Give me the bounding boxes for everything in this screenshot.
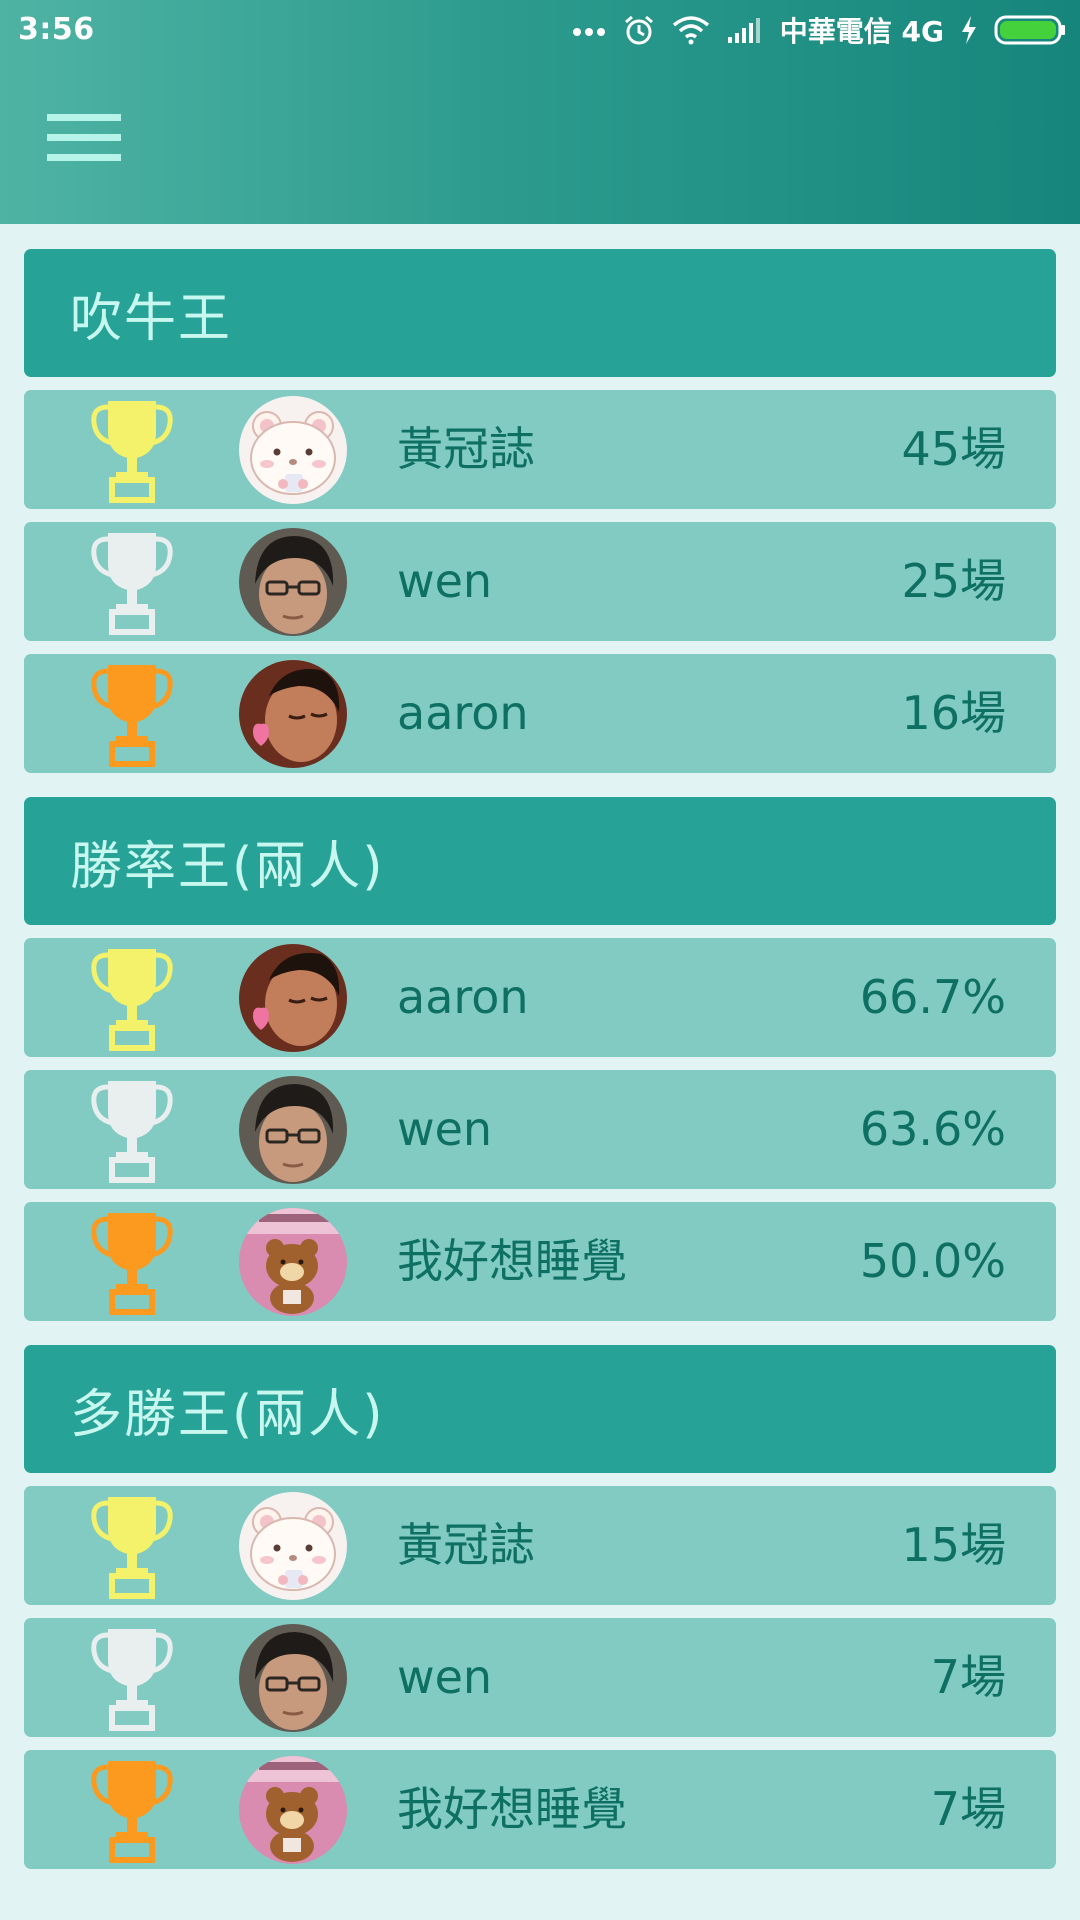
player-name: 黃冠誌 — [397, 1518, 535, 1572]
player-score: 25場 — [901, 554, 1006, 608]
rank-row[interactable]: wen 25場 — [24, 522, 1056, 641]
rank-row[interactable]: 我好想睡覺 7場 — [24, 1750, 1056, 1869]
menu-button[interactable] — [30, 100, 140, 180]
app-bar: 3:56 中華電信 4G — [0, 0, 1080, 224]
section-title: 多勝王(兩人) — [70, 1384, 385, 1445]
player-name: 我好想睡覺 — [397, 1234, 627, 1288]
player-score: 16場 — [901, 686, 1006, 740]
gold-trophy-icon — [88, 943, 176, 1051]
charging-icon — [960, 15, 978, 45]
leaderboard: 吹牛王 黃冠誌 45場 wen 25場 aaron 16場 勝率王(兩人) aa… — [24, 249, 1056, 1893]
status-bar: 3:56 中華電信 4G — [0, 0, 1080, 60]
carrier-label: 中華電信 4G — [779, 15, 944, 48]
section-header: 多勝王(兩人) — [24, 1345, 1056, 1473]
rilakkuma-avatar — [239, 1756, 347, 1864]
rank-row[interactable]: wen 7場 — [24, 1618, 1056, 1737]
player-score: 66.7% — [859, 970, 1006, 1024]
bronze-trophy-icon — [88, 1755, 176, 1863]
signal-icon — [726, 15, 764, 45]
player-name: wen — [397, 1650, 493, 1704]
bear-avatar — [239, 1492, 347, 1600]
alarm-icon — [622, 13, 656, 47]
player-score: 63.6% — [859, 1102, 1006, 1156]
player-score: 7場 — [930, 1650, 1006, 1704]
sleeping-avatar — [239, 944, 347, 1052]
section-header: 勝率王(兩人) — [24, 797, 1056, 925]
player-name: 黃冠誌 — [397, 422, 535, 476]
player-name: wen — [397, 554, 493, 608]
battery-icon — [994, 15, 1066, 45]
rank-row[interactable]: 我好想睡覺 50.0% — [24, 1202, 1056, 1321]
player-score: 50.0% — [859, 1234, 1006, 1288]
status-time: 3:56 — [18, 12, 95, 47]
section-bragging-king: 吹牛王 黃冠誌 45場 wen 25場 aaron 16場 — [24, 249, 1056, 773]
glasses-avatar — [239, 1624, 347, 1732]
glasses-avatar — [239, 528, 347, 636]
bronze-trophy-icon — [88, 1207, 176, 1315]
bear-avatar — [239, 396, 347, 504]
section-title: 吹牛王 — [70, 288, 233, 349]
section-header: 吹牛王 — [24, 249, 1056, 377]
player-name: aaron — [397, 686, 529, 740]
player-score: 15場 — [901, 1518, 1006, 1572]
silver-trophy-icon — [88, 1075, 176, 1183]
rank-row[interactable]: aaron 16場 — [24, 654, 1056, 773]
player-name: wen — [397, 1102, 493, 1156]
section-title: 勝率王(兩人) — [70, 836, 385, 897]
rank-row[interactable]: 黃冠誌 45場 — [24, 390, 1056, 509]
player-score: 45場 — [901, 422, 1006, 476]
bronze-trophy-icon — [88, 659, 176, 767]
player-name: 我好想睡覺 — [397, 1782, 627, 1836]
sleeping-avatar — [239, 660, 347, 768]
silver-trophy-icon — [88, 527, 176, 635]
silver-trophy-icon — [88, 1623, 176, 1731]
section-win-rate-king: 勝率王(兩人) aaron 66.7% wen 63.6% 我好想睡覺 50.0… — [24, 797, 1056, 1321]
player-name: aaron — [397, 970, 529, 1024]
rilakkuma-avatar — [239, 1208, 347, 1316]
wifi-icon — [672, 15, 710, 45]
hamburger-menu-icon — [30, 112, 121, 168]
glasses-avatar — [239, 1076, 347, 1184]
rank-row[interactable]: 黃冠誌 15場 — [24, 1486, 1056, 1605]
section-most-wins-king: 多勝王(兩人) 黃冠誌 15場 wen 7場 我好想睡覺 7場 — [24, 1345, 1056, 1869]
rank-row[interactable]: aaron 66.7% — [24, 938, 1056, 1057]
gold-trophy-icon — [88, 395, 176, 503]
gold-trophy-icon — [88, 1491, 176, 1599]
player-score: 7場 — [930, 1782, 1006, 1836]
status-icons: 中華電信 4G — [572, 10, 1066, 50]
rank-row[interactable]: wen 63.6% — [24, 1070, 1056, 1189]
more-dots-icon — [572, 24, 606, 36]
